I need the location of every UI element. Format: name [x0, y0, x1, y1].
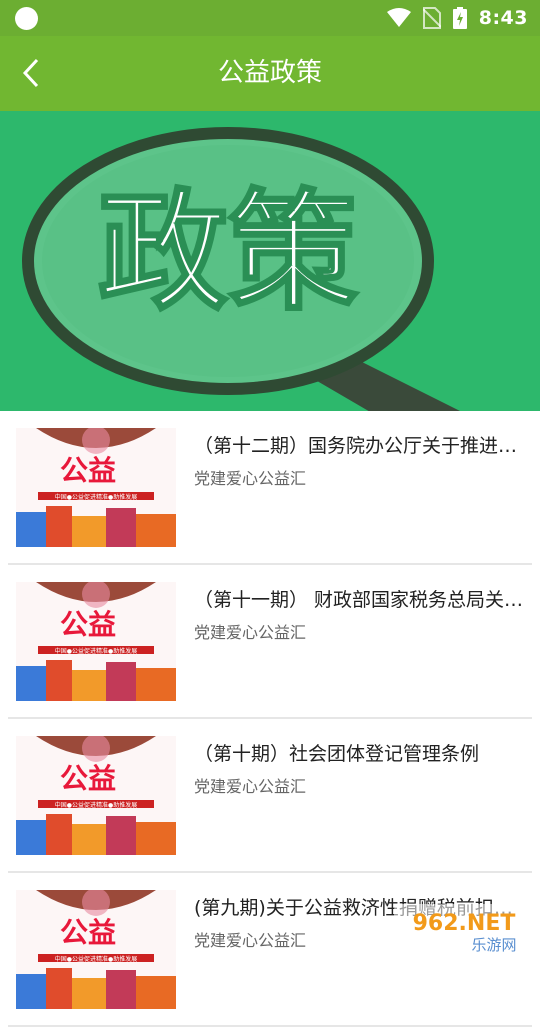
item-title: （第十期）社会团体登记管理条例	[194, 743, 480, 765]
item-thumbnail: 公益 中国●公益促进精准●助推发展	[16, 582, 176, 701]
page-title: 公益政策	[217, 58, 322, 88]
no-sim-icon	[422, 7, 441, 29]
app-header: 公益政策	[0, 36, 540, 111]
status-icons: 8:43	[386, 0, 528, 36]
banner-image[interactable]: 政策	[0, 111, 540, 411]
svg-text:公益: 公益	[60, 916, 116, 949]
svg-text:962.NET: 962.NET	[413, 911, 516, 936]
item-source: 党建爱心公益汇	[194, 469, 307, 488]
banner-text: 政策	[98, 176, 358, 328]
svg-text:中国●公益促进精准●助推发展: 中国●公益促进精准●助推发展	[55, 493, 137, 501]
item-thumbnail: 公益 中国●公益促进精准●助推发展	[16, 890, 176, 1009]
watermark-logo: 962.NET 乐游网	[394, 904, 534, 956]
list-item[interactable]: 公益 中国●公益促进精准●助推发展 （第十期）社会团体登记管理条例 党建爱心公益…	[8, 719, 532, 873]
status-time: 8:43	[478, 7, 528, 29]
svg-text:公益: 公益	[60, 608, 116, 641]
svg-text:中国●公益促进精准●助推发展: 中国●公益促进精准●助推发展	[55, 955, 137, 963]
list-item[interactable]: 公益 中国●公益促进精准●助推发展 （第十二期）国务院办公厅关于推进养老服务发展…	[8, 411, 532, 565]
svg-text:乐游网: 乐游网	[471, 936, 516, 954]
status-bar: 8:43	[0, 0, 540, 36]
item-source: 党建爱心公益汇	[194, 623, 307, 642]
list-item[interactable]: 公益 中国●公益促进精准●助推发展 （第十一期） 财政部国家税务总局关于公益性捐…	[8, 565, 532, 719]
notification-dot-icon	[15, 7, 38, 30]
item-thumbnail: 公益 中国●公益促进精准●助推发展	[16, 428, 176, 547]
wifi-icon	[386, 8, 411, 27]
battery-icon	[452, 7, 467, 29]
item-source: 党建爱心公益汇	[194, 931, 307, 950]
svg-text:中国●公益促进精准●助推发展: 中国●公益促进精准●助推发展	[55, 647, 137, 655]
item-title: （第十二期）国务院办公厅关于推进养老服务发展的意见	[194, 435, 524, 457]
item-thumbnail: 公益 中国●公益促进精准●助推发展	[16, 736, 176, 855]
item-source: 党建爱心公益汇	[194, 777, 307, 796]
svg-text:中国●公益促进精准●助推发展: 中国●公益促进精准●助推发展	[55, 801, 137, 809]
svg-text:公益: 公益	[60, 762, 116, 795]
svg-text:公益: 公益	[60, 454, 116, 487]
item-title: （第十一期） 财政部国家税务总局关于公益性捐赠税前扣除	[194, 589, 524, 611]
